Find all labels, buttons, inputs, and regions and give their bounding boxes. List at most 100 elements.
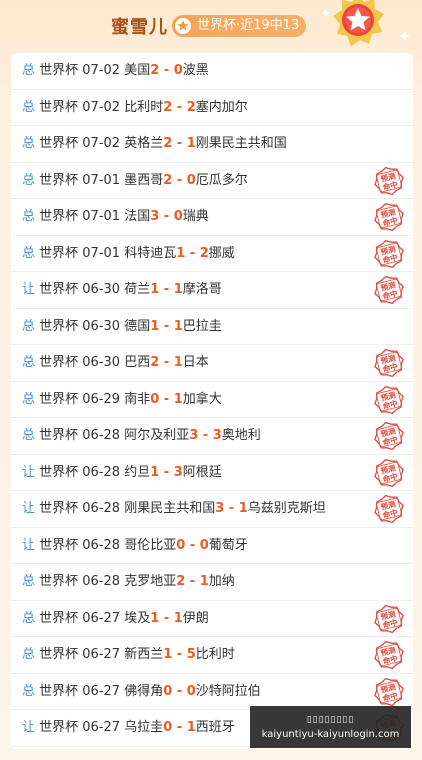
home-team: 阿尔及利亚 xyxy=(124,428,190,443)
away-team: 摩洛哥 xyxy=(182,282,222,297)
match-text: 让 世界杯 06-28 约旦1 - 3阿根廷 xyxy=(22,455,222,491)
away-team: 阿根廷 xyxy=(182,464,222,480)
match-score: 2 - 1 xyxy=(163,136,196,151)
match-score: 2 - 0 xyxy=(163,172,196,188)
home-team: 佛得角 xyxy=(124,683,164,699)
league-date-label: 世界杯 06-27 xyxy=(35,720,125,735)
match-row[interactable]: 让 世界杯 06-28 约旦1 - 3阿根廷 预测 命中 xyxy=(11,455,413,491)
match-score: 0 - 0 xyxy=(163,683,196,699)
league-date-label: 世界杯 07-02 xyxy=(35,136,125,151)
play-type-label: 总 xyxy=(22,428,36,443)
away-team: 比利时 xyxy=(195,647,235,662)
home-team: 美国 xyxy=(124,63,151,78)
match-text: 总 世界杯 07-02 比利时2 - 2塞内加尔 xyxy=(22,90,248,126)
match-row[interactable]: 总 世界杯 06-27 佛得角0 - 0沙特阿拉伯 预测 命中 xyxy=(11,674,413,710)
match-row[interactable]: 总 世界杯 06-29 南非0 - 1加拿大 预测 命中 xyxy=(11,382,413,418)
away-team: 伊朗 xyxy=(182,610,209,626)
record-text: 世界杯·近19中13 xyxy=(197,18,300,33)
sparkle-icon: ✦ xyxy=(398,27,412,46)
league-date-label: 世界杯 06-28 xyxy=(35,574,125,589)
hit-stamp-icon: 预测命中 xyxy=(374,604,404,633)
away-team: 厄瓜多尔 xyxy=(195,172,248,188)
match-row[interactable]: 总 世界杯 07-01 科特迪瓦1 - 2挪威 预测 命中 xyxy=(11,236,413,272)
hit-stamp-icon: 预测命中 xyxy=(374,239,404,268)
play-type-label: 总 xyxy=(22,99,36,115)
play-type-label: 让 xyxy=(22,720,36,735)
match-row[interactable]: 总 世界杯 06-27 新西兰1 - 5比利时 预测 命中 xyxy=(11,637,413,674)
league-date-label: 世界杯 06-28 xyxy=(35,464,125,480)
home-team: 巴西 xyxy=(124,355,151,370)
match-text: 总 世界杯 06-27 埃及1 - 1伊朗 xyxy=(22,601,209,637)
match-text: 让 世界杯 06-27 乌拉圭0 - 1西班牙 xyxy=(22,710,235,746)
away-team: 加纳 xyxy=(208,574,235,589)
play-type-label: 总 xyxy=(22,172,36,188)
match-score: 1 - 3 xyxy=(150,464,183,480)
play-type-label: 总 xyxy=(22,63,36,78)
match-row[interactable]: 总 世界杯 07-02 美国2 - 0波黑 xyxy=(11,53,413,90)
match-text: 让 世界杯 06-28 刚果民主共和国3 - 1乌兹别克斯坦 xyxy=(22,491,326,527)
match-score: 3 - 0 xyxy=(150,209,183,224)
play-type-label: 总 xyxy=(22,245,36,261)
play-type-label: 总 xyxy=(22,683,36,699)
match-row[interactable]: 总 世界杯 06-30 德国1 - 1巴拉圭 xyxy=(11,309,413,345)
match-row[interactable]: 让 世界杯 06-28 刚果民主共和国3 - 1乌兹别克斯坦 预测 命中 xyxy=(11,491,413,528)
match-row[interactable]: 总 世界杯 07-02 比利时2 - 2塞内加尔 xyxy=(11,90,413,126)
match-row[interactable]: 总 世界杯 06-30 巴西2 - 1日本 预测 命中 xyxy=(11,345,413,382)
hit-stamp-icon: 预测命中 xyxy=(374,421,404,451)
match-score: 1 - 1 xyxy=(150,282,183,297)
match-row[interactable]: 让 世界杯 06-30 荷兰1 - 1摩洛哥 预测 命中 xyxy=(11,272,413,309)
match-text: 总 世界杯 06-27 佛得角0 - 0沙特阿拉伯 xyxy=(22,674,261,710)
home-team: 哥伦比亚 xyxy=(124,537,177,553)
hit-stamp-icon: 预测命中 xyxy=(374,640,404,670)
league-date-label: 世界杯 06-28 xyxy=(35,537,125,553)
league-date-label: 世界杯 07-01 xyxy=(35,172,125,188)
watermark-url: kaiyuntiyu-kaiyunlogin.com xyxy=(261,729,400,740)
play-type-label: 总 xyxy=(22,355,36,370)
league-date-label: 世界杯 07-02 xyxy=(35,99,125,115)
away-team: 塞内加尔 xyxy=(195,99,248,115)
match-score: 2 - 0 xyxy=(150,63,183,78)
league-date-label: 世界杯 07-01 xyxy=(35,245,125,261)
home-team: 乌拉圭 xyxy=(124,720,164,735)
home-team: 比利时 xyxy=(124,99,164,115)
away-team: 奥地利 xyxy=(221,428,261,443)
match-score: 1 - 1 xyxy=(150,318,183,334)
play-type-label: 总 xyxy=(22,610,36,626)
match-row[interactable]: 总 世界杯 06-27 埃及1 - 1伊朗 预测 命中 xyxy=(11,601,413,637)
star-icon xyxy=(175,18,191,34)
hit-stamp-icon: 预测命中 xyxy=(374,202,404,232)
away-team: 沙特阿拉伯 xyxy=(195,683,261,699)
hit-stamp-icon: 预测命中 xyxy=(374,166,404,195)
match-score: 2 - 1 xyxy=(150,355,183,370)
match-score: 2 - 2 xyxy=(163,99,196,115)
play-type-label: 总 xyxy=(22,647,36,662)
match-row[interactable]: 总 世界杯 07-02 英格兰2 - 1刚果民主共和国 xyxy=(11,126,413,163)
home-team: 德国 xyxy=(124,318,151,334)
home-team: 法国 xyxy=(124,209,151,224)
match-text: 总 世界杯 06-28 克罗地亚2 - 1加纳 xyxy=(22,564,235,600)
match-score: 3 - 1 xyxy=(215,501,248,516)
home-team: 科特迪瓦 xyxy=(124,245,177,261)
match-score: 0 - 0 xyxy=(176,537,209,553)
play-type-label: 总 xyxy=(22,318,36,334)
home-team: 南非 xyxy=(124,391,151,407)
match-text: 让 世界杯 06-30 荷兰1 - 1摩洛哥 xyxy=(22,272,222,308)
match-row[interactable]: 让 世界杯 06-28 哥伦比亚0 - 0葡萄牙 xyxy=(11,528,413,564)
record-badge: 世界杯·近19中13 xyxy=(172,15,306,37)
match-score: 1 - 1 xyxy=(150,610,183,626)
play-type-label: 让 xyxy=(22,282,36,297)
match-row[interactable]: 总 世界杯 07-01 墨西哥2 - 0厄瓜多尔 预测 命中 xyxy=(11,163,413,199)
away-team: 葡萄牙 xyxy=(208,537,248,553)
play-type-label: 总 xyxy=(22,574,36,589)
match-row[interactable]: 总 世界杯 07-01 法国3 - 0瑞典 预测 命中 xyxy=(11,199,413,236)
match-score: 2 - 1 xyxy=(176,574,209,589)
match-row[interactable]: 总 世界杯 06-28 克罗地亚2 - 1加纳 xyxy=(11,564,413,601)
match-row[interactable]: 总 世界杯 06-28 阿尔及利亚3 - 3奥地利 预测 命中 xyxy=(11,418,413,455)
league-date-label: 世界杯 06-27 xyxy=(35,647,125,662)
watermark-line: ▯▯▯▯▯▯▯▯ xyxy=(306,715,355,725)
league-date-label: 世界杯 06-29 xyxy=(35,391,125,407)
away-team: 挪威 xyxy=(208,245,235,261)
league-date-label: 世界杯 06-30 xyxy=(35,318,125,334)
match-text: 总 世界杯 06-28 阿尔及利亚3 - 3奥地利 xyxy=(22,418,261,454)
expert-name[interactable]: 蜜雪儿 xyxy=(111,13,168,39)
